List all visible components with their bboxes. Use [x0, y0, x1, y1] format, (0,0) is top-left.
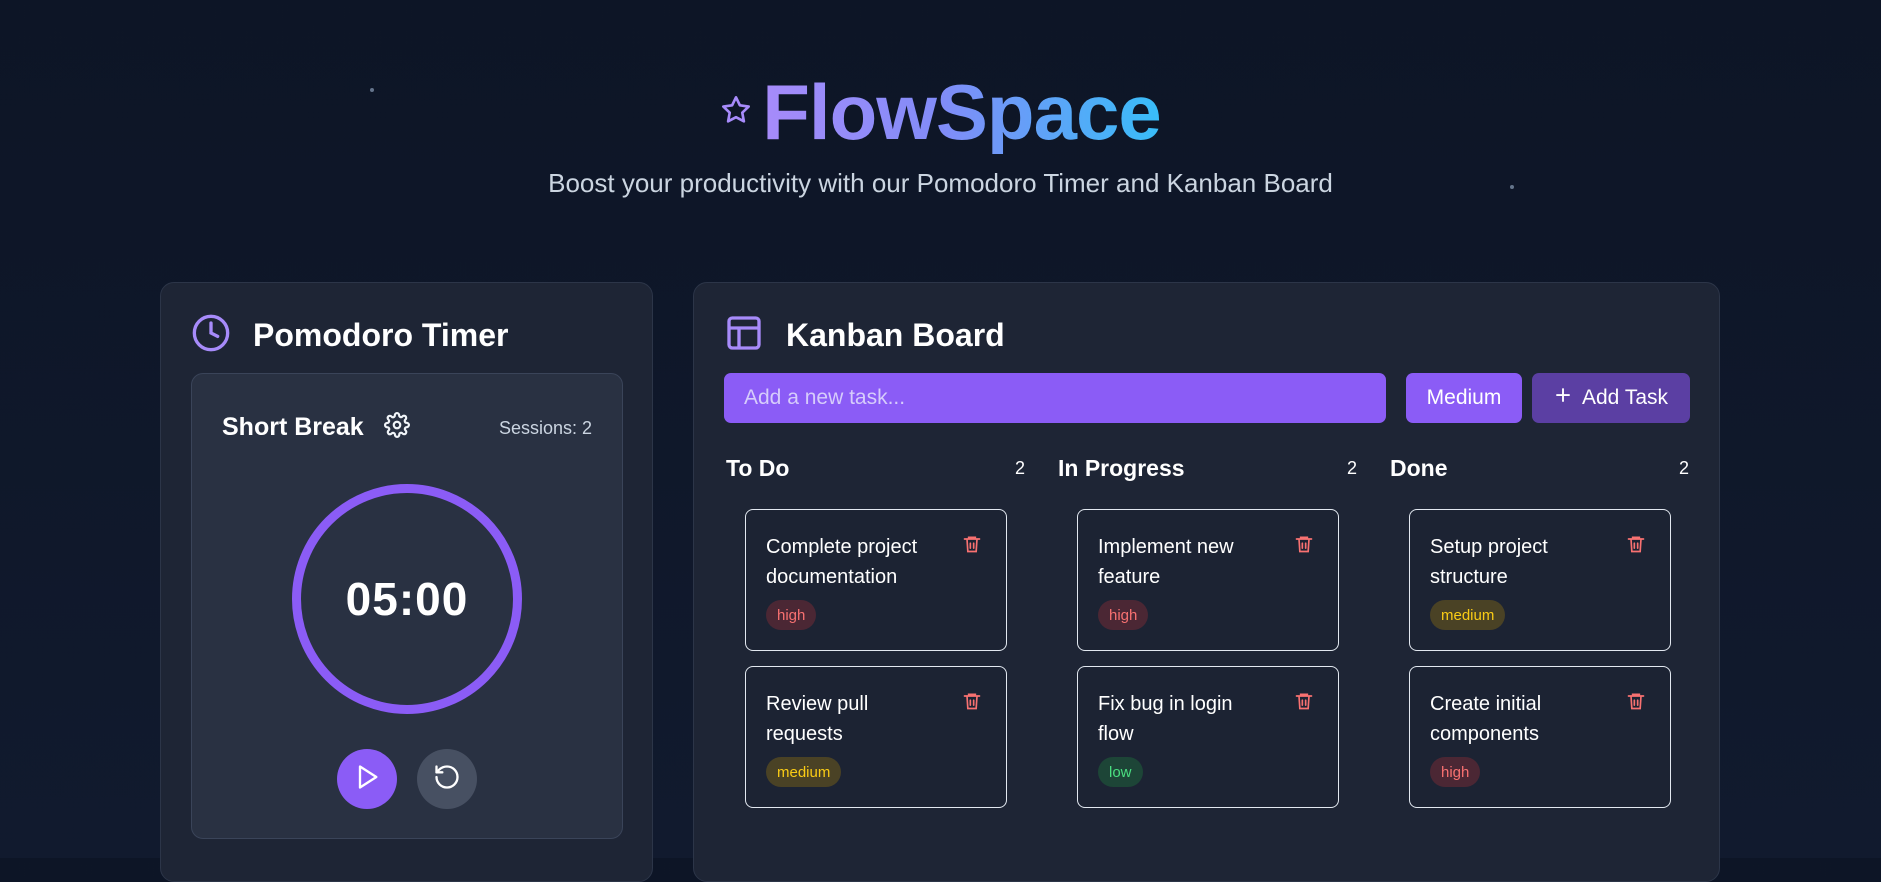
pomodoro-card: Pomodoro Timer Short Break Sessions: 2 0…	[160, 282, 653, 882]
task-card[interactable]: Implement new feature high	[1077, 509, 1339, 651]
add-task-label: Add Task	[1582, 386, 1668, 409]
timer-panel: Short Break Sessions: 2 05:00	[191, 373, 623, 839]
task-title: Fix bug in login flow	[1098, 693, 1233, 745]
priority-badge: high	[1098, 600, 1149, 630]
brand: FlowSpace	[720, 68, 1162, 156]
trash-icon[interactable]	[962, 534, 982, 554]
task-card[interactable]: Setup project structure medium	[1409, 509, 1671, 651]
task-card[interactable]: Complete project documentation high	[745, 509, 1007, 651]
gear-icon[interactable]	[383, 412, 410, 443]
column-title: In Progress	[1058, 455, 1185, 481]
priority-badge: high	[1430, 757, 1481, 787]
priority-badge: medium	[766, 757, 842, 787]
column-header: In Progress 2	[1057, 455, 1357, 482]
play-icon	[353, 763, 381, 796]
clock-icon	[191, 313, 231, 358]
column-header: To Do 2	[725, 455, 1025, 482]
trash-icon[interactable]	[1626, 534, 1646, 554]
timer-ring: 05:00	[292, 484, 522, 714]
kanban-card: Kanban Board Medium Add Task To Do 2 Com…	[693, 282, 1720, 882]
column-in-progress: In Progress 2 Implement new feature high…	[1057, 455, 1357, 808]
priority-badge: low	[1098, 757, 1143, 787]
column-count: 2	[1346, 458, 1357, 478]
task-card[interactable]: Fix bug in login flow low	[1077, 666, 1339, 808]
column-title: Done	[1390, 455, 1448, 481]
pomodoro-title: Pomodoro Timer	[253, 317, 509, 353]
task-title: Complete project documentation	[766, 536, 918, 588]
column-count: 2	[1678, 458, 1689, 478]
column-header: Done 2	[1389, 455, 1689, 482]
priority-badge: medium	[1430, 600, 1506, 630]
column-title: To Do	[726, 455, 790, 481]
task-card[interactable]: Review pull requests medium	[745, 666, 1007, 808]
mode-row: Short Break	[222, 412, 410, 443]
task-title: Review pull requests	[766, 693, 869, 745]
priority-label: Medium	[1426, 386, 1502, 409]
timer-display: 05:00	[345, 573, 469, 625]
play-button[interactable]	[337, 749, 397, 809]
kanban-title: Kanban Board	[786, 317, 1005, 353]
new-task-input[interactable]	[724, 373, 1386, 423]
add-task-button[interactable]: Add Task	[1532, 373, 1690, 423]
app-title: FlowSpace	[762, 68, 1161, 156]
column-done: Done 2 Setup project structure medium Cr…	[1389, 455, 1689, 808]
page-header: FlowSpace Boost your productivity with o…	[0, 70, 1881, 199]
trash-icon[interactable]	[1626, 691, 1646, 711]
priority-select[interactable]: Medium	[1406, 373, 1522, 423]
star-icon	[720, 94, 752, 131]
priority-badge: high	[766, 600, 817, 630]
pomodoro-header: Pomodoro Timer	[191, 313, 508, 358]
trash-icon[interactable]	[962, 691, 982, 711]
column-count: 2	[1014, 458, 1025, 478]
kanban-header: Kanban Board	[724, 313, 1005, 358]
app-subtitle: Boost your productivity with our Pomodor…	[548, 168, 1333, 198]
plus-icon	[1554, 386, 1572, 410]
sessions-count: Sessions: 2	[498, 418, 592, 438]
trash-icon[interactable]	[1294, 534, 1314, 554]
board-layout-icon	[724, 313, 764, 358]
task-card[interactable]: Create initial components high	[1409, 666, 1671, 808]
task-title: Create initial components	[1430, 693, 1542, 745]
task-title: Setup project structure	[1430, 536, 1548, 588]
timer-mode: Short Break	[222, 413, 364, 441]
column-todo: To Do 2 Complete project documentation h…	[725, 455, 1025, 808]
trash-icon[interactable]	[1294, 691, 1314, 711]
reset-icon	[433, 763, 461, 796]
reset-button[interactable]	[417, 749, 477, 809]
task-title: Implement new feature	[1098, 536, 1234, 588]
